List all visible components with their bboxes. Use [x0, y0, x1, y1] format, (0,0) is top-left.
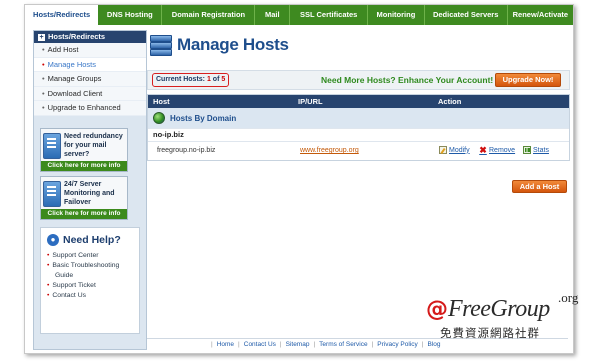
tab-dedicated-servers[interactable]: Dedicated Servers [425, 5, 508, 25]
host-name: freegroup.no-ip.biz [157, 147, 216, 154]
modify-action[interactable]: Modify [439, 146, 470, 154]
delete-icon: ✖ [479, 145, 487, 155]
promo-text: Need redundancy for your mail server? [64, 133, 123, 158]
help-link-support-ticket[interactable]: Support Ticket [47, 281, 139, 290]
stats-action[interactable]: Stats [523, 146, 549, 154]
sidebar: + Hosts/Redirects Add Host Manage Hosts … [33, 30, 147, 350]
monitoring-server-icon [43, 180, 61, 207]
footer-link-privacy[interactable]: Privacy Policy [377, 341, 417, 348]
help-link-contact-us[interactable]: Contact Us [47, 291, 139, 300]
help-links: Support Center Basic Troubleshooting Gui… [41, 251, 139, 300]
sidebar-item-manage-hosts[interactable]: Manage Hosts [34, 57, 146, 72]
tab-hosts-redirects[interactable]: Hosts/Redirects [25, 5, 99, 26]
host-target-link[interactable]: www.freegroup.org [300, 147, 359, 154]
top-navigation: Hosts/Redirects DNS Hosting Domain Regis… [25, 5, 573, 26]
mail-server-icon [43, 132, 61, 159]
need-help-box: ● Need Help? Support Center Basic Troubl… [40, 227, 140, 334]
tab-monitoring[interactable]: Monitoring [368, 5, 425, 25]
account-info-bar: Current Hosts: 1 of 5 Need More Hosts? E… [147, 70, 570, 90]
footer-link-terms[interactable]: Terms of Service [319, 341, 367, 348]
promo-more-info-button[interactable]: Click here for more info [41, 209, 127, 219]
watermark-at-symbol: @ [426, 297, 448, 322]
help-link-basic-troubleshooting-guide[interactable]: Guide [47, 271, 139, 280]
section-title: Hosts By Domain [170, 113, 237, 123]
sidebar-header-label: Hosts/Redirects [48, 32, 106, 41]
promo-text: 24/7 Server Monitoring and Failover [64, 181, 115, 206]
footer-link-sitemap[interactable]: Sitemap [286, 341, 310, 348]
current-hosts-counter: Current Hosts: 1 of 5 [152, 73, 230, 87]
server-stack-icon [149, 34, 172, 56]
help-link-basic-troubleshooting[interactable]: Basic Troubleshooting [47, 261, 139, 270]
column-action: Action [438, 97, 462, 106]
tab-mail[interactable]: Mail [255, 5, 291, 25]
sidebar-menu: Add Host Manage Hosts Manage Groups Down… [34, 43, 146, 116]
hosts-table: Host IP/URL Action Hosts By Domain no-ip… [147, 94, 570, 161]
watermark-brand: FreeGroup [448, 296, 550, 322]
current-hosts-limit: 5 [221, 76, 226, 83]
watermark-tld: .org [558, 290, 579, 305]
column-host: Host [153, 97, 170, 106]
current-hosts-of: of [210, 76, 222, 83]
remove-label: Remove [489, 146, 516, 154]
section-hosts-by-domain: Hosts By Domain [148, 108, 569, 128]
person-icon: ● [47, 234, 59, 246]
stats-chart-icon [523, 146, 531, 154]
need-help-title: Need Help? [63, 234, 121, 246]
globe-icon [153, 112, 165, 124]
upgrade-now-button[interactable]: Upgrade Now! [495, 73, 561, 87]
sidebar-item-download-client[interactable]: Download Client [34, 86, 146, 101]
tab-domain-registration[interactable]: Domain Registration [162, 5, 256, 25]
column-ip-url: IP/URL [298, 97, 323, 106]
add-host-button[interactable]: Add a Host [512, 180, 567, 193]
stats-label: Stats [533, 146, 549, 154]
promo-mail-redundancy: Need redundancy for your mail server? Cl… [40, 128, 128, 172]
sidebar-item-add-host[interactable]: Add Host [34, 43, 146, 58]
help-link-support-center[interactable]: Support Center [47, 251, 139, 260]
collapse-icon[interactable]: + [38, 33, 45, 41]
freegroup-watermark: @ FreeGroup .org 免費資源網路社群 [426, 290, 586, 344]
table-row: freegroup.no-ip.biz www.freegroup.org Mo… [148, 141, 569, 160]
table-header: Host IP/URL Action [148, 95, 569, 108]
modify-label: Modify [449, 146, 470, 154]
sidebar-item-upgrade-enhanced[interactable]: Upgrade to Enhanced [34, 101, 146, 116]
sidebar-header: + Hosts/Redirects [34, 31, 146, 43]
remove-action[interactable]: ✖ Remove [479, 145, 516, 155]
footer-link-contact-us[interactable]: Contact Us [244, 341, 276, 348]
edit-icon [439, 146, 447, 154]
page-title: Manage Hosts [177, 35, 289, 54]
tab-dns-hosting[interactable]: DNS Hosting [98, 5, 163, 25]
main-content: Manage Hosts Current Hosts: 1 of 5 Need … [147, 30, 570, 193]
promo-monitoring: 24/7 Server Monitoring and Failover Clic… [40, 176, 128, 220]
domain-group-label: no-ip.biz [148, 128, 569, 141]
current-hosts-label: Current Hosts: [156, 76, 207, 83]
sidebar-item-manage-groups[interactable]: Manage Groups [34, 72, 146, 87]
tab-ssl-certificates[interactable]: SSL Certificates [290, 5, 369, 25]
tab-renew-activate[interactable]: Renew/Activate [508, 5, 573, 25]
upsell-text: Need More Hosts? Enhance Your Account! [321, 75, 494, 85]
footer-link-home[interactable]: Home [217, 341, 234, 348]
promo-more-info-button[interactable]: Click here for more info [41, 161, 127, 171]
watermark-tagline: 免費資源網路社群 [440, 326, 540, 340]
